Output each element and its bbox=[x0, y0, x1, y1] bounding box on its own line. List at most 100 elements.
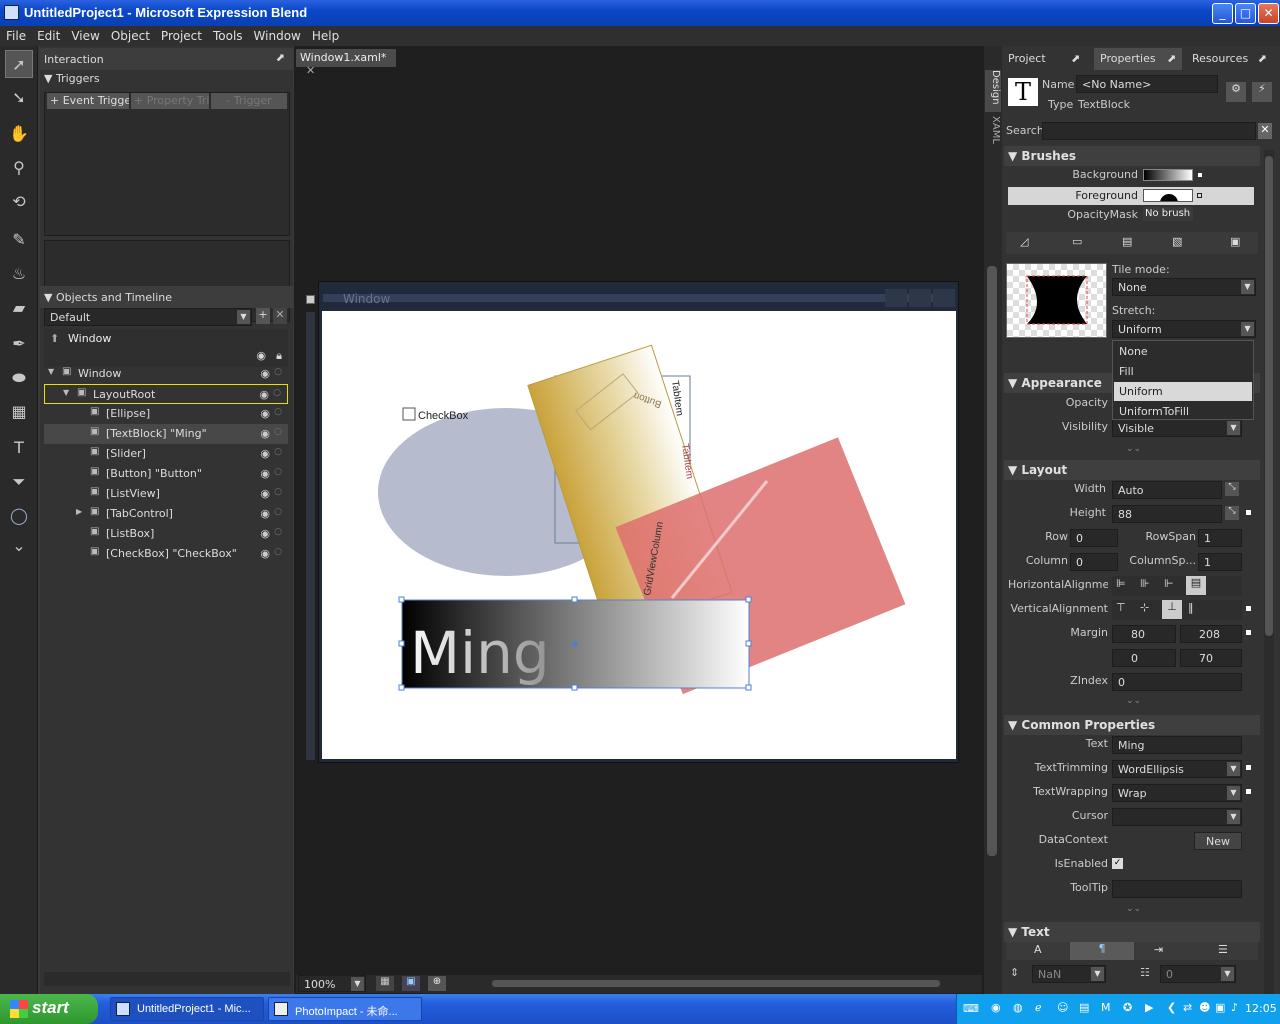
lock-toggle-icon[interactable]: ○ bbox=[273, 388, 281, 398]
tab-properties[interactable]: Properties ⬈ bbox=[1094, 48, 1183, 70]
gmail-icon[interactable]: M bbox=[1101, 1001, 1111, 1014]
lightning-icon[interactable]: ⚡ bbox=[1252, 82, 1272, 102]
name-input[interactable]: <No Name> bbox=[1076, 75, 1218, 93]
width-input[interactable]: Auto bbox=[1112, 481, 1222, 499]
ie-icon[interactable]: ℯ bbox=[1035, 1001, 1042, 1014]
close-timeline-button[interactable]: ✕ bbox=[273, 308, 287, 324]
opacitymask-value[interactable]: No brush bbox=[1143, 207, 1193, 221]
xaml-tab[interactable]: XAML bbox=[985, 116, 1001, 152]
cursor-select[interactable]: ▼ bbox=[1112, 808, 1242, 826]
clear-search-icon[interactable]: ✕ bbox=[1258, 123, 1272, 139]
paragraph-spacing-select[interactable]: 0 ▼ bbox=[1160, 965, 1236, 983]
zoom-tool-icon[interactable]: ⚲ bbox=[5, 154, 33, 182]
tree-item[interactable]: ▣ [Button] "Button" ◉ ○ bbox=[44, 464, 288, 484]
tile-mode-select[interactable]: None ▼ bbox=[1112, 278, 1256, 296]
eye-icon[interactable]: ◉ bbox=[259, 388, 269, 401]
foreground-label[interactable]: Foreground bbox=[1012, 189, 1138, 202]
margin-top-input[interactable]: 0 bbox=[1112, 649, 1176, 667]
network-icon[interactable]: ⇄ bbox=[1183, 1001, 1192, 1014]
horizontal-scrollbar[interactable] bbox=[492, 980, 940, 987]
align-vstretch-icon[interactable]: ‖ bbox=[1188, 601, 1194, 614]
volume-icon[interactable]: ♪ bbox=[1231, 1001, 1238, 1014]
texttrimming-select[interactable]: WordEllipsis ▼ bbox=[1112, 760, 1242, 778]
align-top-icon[interactable]: ⊤ bbox=[1116, 601, 1126, 614]
right-strip-scrollbar[interactable] bbox=[987, 266, 997, 856]
properties-scrollbar[interactable] bbox=[1264, 150, 1274, 994]
display-icon[interactable]: ▣ bbox=[1215, 1001, 1225, 1014]
media-icon[interactable]: ✪ bbox=[1123, 1001, 1132, 1014]
eye-icon[interactable]: ◉ bbox=[260, 467, 270, 480]
firefox-icon[interactable]: ◍ bbox=[1013, 1001, 1023, 1014]
stretch-option[interactable]: Fill bbox=[1114, 362, 1252, 381]
gradient-brush-icon[interactable]: ▤ bbox=[1122, 235, 1132, 248]
height-input[interactable]: 88 bbox=[1112, 505, 1222, 523]
stretch-option[interactable]: Uniform bbox=[1114, 382, 1252, 401]
eyedropper-tool-icon[interactable]: ✎ bbox=[5, 226, 33, 254]
background-label[interactable]: Background bbox=[1012, 168, 1138, 181]
tooltip-input[interactable] bbox=[1112, 880, 1242, 898]
camera-orbit-tool-icon[interactable]: ⟲ bbox=[5, 188, 33, 216]
row-input[interactable]: 0 bbox=[1070, 529, 1118, 547]
direct-selection-tool-icon[interactable]: ➘ bbox=[5, 84, 33, 112]
lock-toggle-icon[interactable]: ○ bbox=[274, 407, 282, 417]
keyboard-icon[interactable]: ⌨ bbox=[963, 1002, 979, 1015]
stretch-option[interactable]: UniformToFill bbox=[1114, 402, 1252, 421]
brush-transform-tool-icon[interactable]: ▰ bbox=[5, 294, 33, 322]
align-right-icon[interactable]: ⊩ bbox=[1164, 577, 1174, 590]
expander-icon[interactable]: ▼ bbox=[48, 367, 54, 376]
popout-icon[interactable]: ⬈ bbox=[1071, 52, 1080, 65]
eye-icon[interactable]: ◉ bbox=[260, 447, 270, 460]
layout-section-header[interactable]: ▼ Layout bbox=[1004, 460, 1260, 480]
menu-help[interactable]: Help bbox=[306, 26, 344, 43]
checkbox-box[interactable] bbox=[402, 407, 416, 421]
list-icon[interactable]: ☰ bbox=[1218, 943, 1228, 956]
collapse-tray-icon[interactable]: ❮ bbox=[1167, 1001, 1176, 1014]
lock-toggle-icon[interactable]: ○ bbox=[274, 547, 282, 557]
paragraph-icon[interactable]: ¶ bbox=[1070, 942, 1134, 960]
auto-size-icon[interactable]: ⤡ bbox=[1225, 482, 1239, 496]
tree-item[interactable]: ▣ [CheckBox] "CheckBox" ◉ ○ bbox=[44, 544, 288, 564]
close-tab-icon[interactable]: ✕ bbox=[306, 64, 315, 77]
margin-left-input[interactable]: 80 bbox=[1112, 625, 1176, 643]
foreground-swatch[interactable] bbox=[1143, 189, 1193, 202]
stretch-option[interactable]: None bbox=[1114, 342, 1252, 361]
align-stretch-icon[interactable]: ▤ bbox=[1186, 576, 1206, 595]
margin-right-input[interactable]: 208 bbox=[1180, 625, 1242, 643]
align-left-icon[interactable]: ⊫ bbox=[1116, 577, 1126, 590]
textwrapping-select[interactable]: Wrap ▼ bbox=[1112, 784, 1242, 802]
stretch-select[interactable]: Uniform ▼ bbox=[1112, 320, 1256, 338]
solid-brush-icon[interactable]: ▭ bbox=[1072, 235, 1082, 248]
align-bottom-icon[interactable]: ⊥ bbox=[1162, 600, 1182, 619]
align-middle-icon[interactable]: ⊹ bbox=[1140, 601, 1149, 614]
lock-toggle-icon[interactable]: ○ bbox=[274, 487, 282, 497]
events-icon[interactable]: ⚙ bbox=[1226, 82, 1246, 102]
design-tab[interactable]: Design bbox=[985, 70, 1001, 112]
text-tool-icon[interactable]: T bbox=[5, 434, 33, 462]
tree-item[interactable]: ▣ [ListBox] ◉ ○ bbox=[44, 524, 288, 544]
tree-item[interactable]: ▣ [TextBlock] "Ming" ◉ ○ bbox=[44, 424, 288, 444]
columnspan-input[interactable]: 1 bbox=[1198, 553, 1242, 571]
controls-tool-icon[interactable]: ⏷ bbox=[5, 468, 33, 496]
add-event-trigger-button[interactable]: + Event Trigger bbox=[47, 93, 129, 109]
popout-icon[interactable]: ⬈ bbox=[1167, 52, 1176, 65]
expand-chevron-icon[interactable]: ⌄⌄ bbox=[1126, 904, 1141, 914]
messenger-icon[interactable]: ☺ bbox=[1057, 1001, 1068, 1014]
remove-trigger-button[interactable]: - Trigger bbox=[211, 93, 287, 109]
expand-chevron-icon[interactable]: ⌄⌄ bbox=[1126, 696, 1141, 706]
asset-library-icon[interactable]: ⌄ bbox=[5, 532, 33, 560]
text-input[interactable]: Ming bbox=[1112, 736, 1242, 754]
text-section-header[interactable]: ▼ Text bbox=[1004, 922, 1260, 942]
eye-icon[interactable]: ◉ bbox=[260, 367, 270, 380]
expander-icon[interactable]: ▶ bbox=[76, 507, 82, 516]
taskbar-item-photoimpact[interactable]: PhotoImpact - 未命... bbox=[268, 997, 422, 1021]
visibility-select[interactable]: Visible ▼ bbox=[1112, 419, 1242, 437]
minimize-button[interactable]: _ bbox=[1212, 3, 1233, 24]
lock-toggle-icon[interactable]: ○ bbox=[274, 447, 282, 457]
tree-item[interactable]: ▼ ▣ Window ◉ ○ bbox=[44, 364, 288, 384]
common-properties-header[interactable]: ▼ Common Properties bbox=[1004, 715, 1260, 735]
document-tab[interactable]: Window1.xaml* ✕ bbox=[296, 49, 396, 77]
eye-icon[interactable]: ◉ bbox=[260, 427, 270, 440]
opacitymask-label[interactable]: OpacityMask bbox=[1012, 208, 1138, 221]
maximize-button[interactable]: □ bbox=[1235, 3, 1256, 24]
zoom-select[interactable]: 100% ▼ bbox=[298, 975, 366, 992]
